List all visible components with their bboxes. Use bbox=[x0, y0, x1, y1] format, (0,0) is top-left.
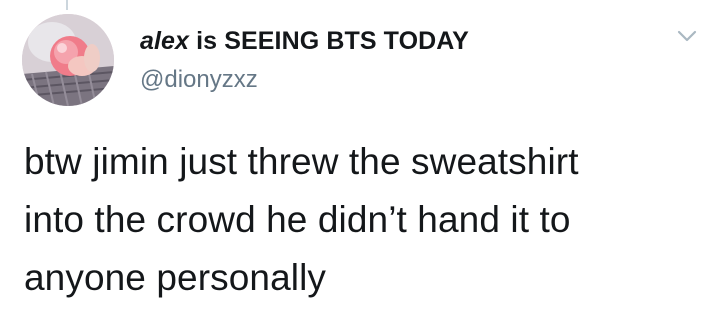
tweet-text-line: into the crowd he didn’t hand it to bbox=[24, 199, 571, 240]
tweet-header: alex is SEEING BTS TODAY @dionyzxz bbox=[140, 26, 469, 94]
tweet-text-line: btw jimin just threw the sweatshirt bbox=[24, 141, 579, 182]
tweet-text-line: anyone personally bbox=[24, 257, 327, 298]
avatar[interactable] bbox=[22, 14, 114, 106]
display-name[interactable]: alex is SEEING BTS TODAY bbox=[140, 26, 469, 56]
thread-line bbox=[66, 0, 68, 10]
tweet-text: btw jimin just threw the sweatshirt into… bbox=[24, 133, 704, 307]
user-handle[interactable]: @dionyzxz bbox=[140, 66, 469, 94]
display-name-prefix: alex bbox=[140, 27, 190, 55]
display-name-rest: is SEEING BTS TODAY bbox=[189, 27, 469, 55]
avatar-image bbox=[22, 14, 114, 106]
chevron-down-icon[interactable] bbox=[676, 28, 698, 44]
